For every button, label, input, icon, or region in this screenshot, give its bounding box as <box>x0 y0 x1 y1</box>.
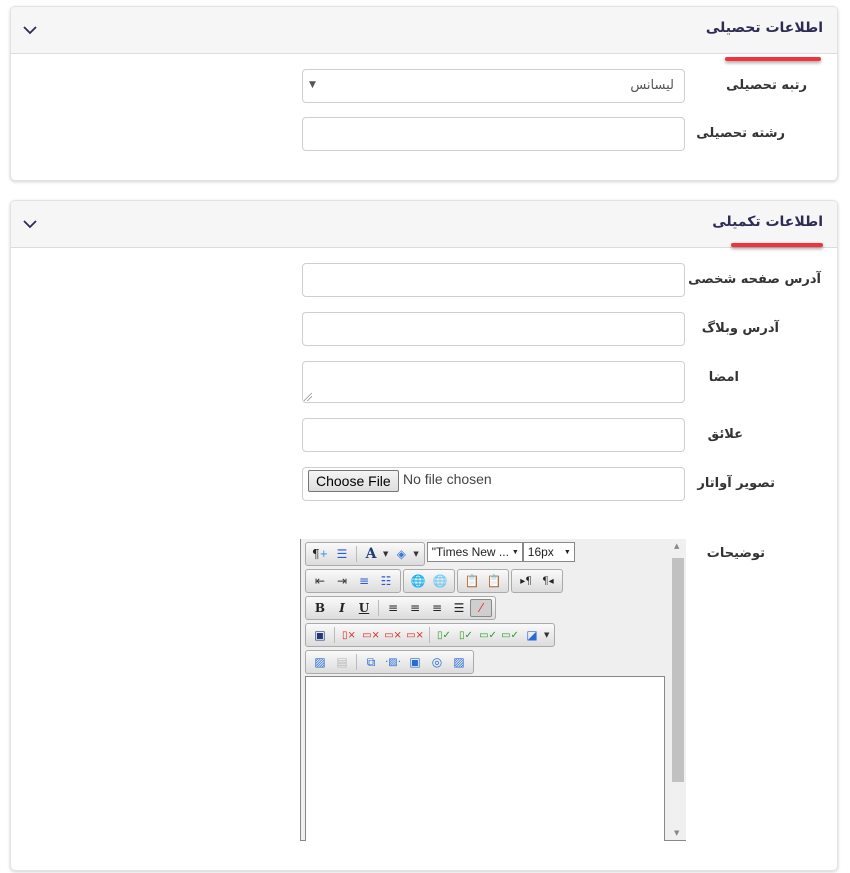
remove-format-icon[interactable]: ⁄ <box>470 599 492 617</box>
image-edit-icon[interactable]: ▨ <box>448 653 470 671</box>
insert-document-icon[interactable]: ▤ <box>331 653 353 671</box>
delete-table-icon[interactable]: ▭× <box>404 626 426 644</box>
toolbar-group: B I U ≡ ≡ ≡ ☰ ⁄ <box>305 596 496 620</box>
rich-text-editor: ¶ + ☰ A ▼ ◈ ▼ "Times New ... ▼ 16px ▼ ⇤ ⇥ <box>300 539 686 841</box>
weblog-label: آدرس وبلاگ <box>701 321 779 336</box>
dropdown-arrow-icon: ▼ <box>563 548 571 556</box>
delete-row-icon[interactable]: ▭× <box>360 626 382 644</box>
remove-link-icon[interactable]: 🌐 <box>429 572 451 590</box>
toolbar-group: 🌐 🌐 <box>403 569 455 593</box>
insert-table-icon[interactable]: ▣ <box>309 626 331 644</box>
dropdown-arrow-icon[interactable]: ▼ <box>413 550 418 558</box>
background-color-icon[interactable]: ◈ <box>390 545 412 563</box>
rtl-icon[interactable]: ¶◂ <box>537 572 559 590</box>
dropdown-arrow-icon: ▼ <box>511 548 519 556</box>
editor-scrollbar[interactable]: ▲ ▼ <box>670 539 686 840</box>
font-color-icon[interactable]: A <box>360 545 382 563</box>
separator <box>356 654 357 670</box>
homepage-label: آدرس صفحه شخصی <box>688 272 821 287</box>
paragraph-insert-icon[interactable]: ¶ + <box>309 545 331 563</box>
align-left-icon[interactable]: ≡ <box>382 599 404 617</box>
italic-icon[interactable]: I <box>331 599 353 617</box>
delete-column-icon[interactable]: ▯× <box>338 626 360 644</box>
resize-grip-icon[interactable] <box>304 393 312 401</box>
scrollbar-thumb[interactable] <box>672 558 684 782</box>
toolbar-group: ▣ ▯× ▭× ▭× ▭× ▯✓ ▯✓ ▭✓ ▭✓ ◪ ▼ <box>305 623 556 647</box>
web-image-icon[interactable]: ◎ <box>426 653 448 671</box>
align-right-icon[interactable]: ≡ <box>426 599 448 617</box>
outdent-icon[interactable]: ⇤ <box>309 572 331 590</box>
chevron-down-icon[interactable] <box>21 21 39 39</box>
toolbar-group: ⇤ ⇥ ≡ ☷ <box>305 569 401 593</box>
font-family-select[interactable]: "Times New ... ▼ <box>426 542 523 562</box>
insert-image-icon[interactable]: ▨ <box>309 653 331 671</box>
panel-title: اطلاعات تحصیلی <box>705 20 823 36</box>
separator <box>429 627 430 643</box>
horizontal-rule-icon[interactable]: ☰ <box>331 545 353 563</box>
file-status-text: No file chosen <box>403 471 492 487</box>
scroll-down-icon[interactable]: ▼ <box>674 829 679 837</box>
paste-word-icon[interactable]: 📋 <box>461 572 483 590</box>
avatar-file-input[interactable]: Choose File No file chosen <box>302 467 685 501</box>
additional-panel: اطلاعات تکمیلی آدرس صفحه شخصی آدرس وبلاگ… <box>10 200 838 871</box>
major-input[interactable] <box>302 117 685 151</box>
dropdown-arrow-icon[interactable]: ▼ <box>383 550 388 558</box>
chevron-down-icon[interactable] <box>21 215 39 233</box>
dropdown-arrow-icon[interactable]: ▼ <box>544 631 549 639</box>
title-underline <box>725 57 821 61</box>
toolbar-group: ▨ ▤ ⧉ ·▨· ▣ ◎ ▨ <box>305 650 474 674</box>
education-panel-header[interactable]: اطلاعات تحصیلی <box>11 7 837 54</box>
font-size-select[interactable]: 16px ▼ <box>522 542 575 562</box>
cell-properties-icon[interactable]: ◪ <box>521 626 543 644</box>
dropdown-arrow-icon: ▼ <box>309 80 316 90</box>
interests-input[interactable] <box>302 418 685 452</box>
table-properties-icon[interactable]: ▭✓ <box>499 626 521 644</box>
signature-textarea[interactable] <box>302 361 685 403</box>
education-panel: اطلاعات تحصیلی رتبه تحصیلی لیسانس ▼ رشته… <box>10 6 838 181</box>
title-underline <box>731 243 823 247</box>
ltr-icon[interactable]: ▸¶ <box>515 572 537 590</box>
indent-icon[interactable]: ⇥ <box>331 572 353 590</box>
font-size-value: 16px <box>527 545 554 559</box>
separator <box>334 627 335 643</box>
image-frame-icon[interactable]: ▣ <box>404 653 426 671</box>
additional-panel-header[interactable]: اطلاعات تکمیلی <box>11 201 837 248</box>
justify-icon[interactable]: ☰ <box>448 599 470 617</box>
interests-label: علائق <box>707 427 743 442</box>
panel-title: اطلاعات تکمیلی <box>712 214 823 230</box>
degree-select[interactable]: لیسانس ▼ <box>302 69 685 103</box>
toolbar-group: ¶ + ☰ A ▼ ◈ ▼ <box>305 542 425 566</box>
toolbar-group: 📋 📋 <box>457 569 509 593</box>
underline-icon[interactable]: U <box>353 599 375 617</box>
paste-text-icon[interactable]: 📋 <box>483 572 505 590</box>
editor-content-area[interactable] <box>305 676 665 841</box>
delete-cell-icon[interactable]: ▭× <box>382 626 404 644</box>
bold-icon[interactable]: B <box>309 599 331 617</box>
unordered-list-icon[interactable]: ☷ <box>375 572 397 590</box>
ordered-list-icon[interactable]: ≡ <box>353 572 375 590</box>
choose-file-button[interactable]: Choose File <box>308 470 399 492</box>
description-label: توضیحات <box>706 546 765 561</box>
major-label: رشته تحصیلی <box>696 126 785 141</box>
align-center-icon[interactable]: ≡ <box>404 599 426 617</box>
homepage-input[interactable] <box>302 263 685 297</box>
insert-column-icon[interactable]: ▯✓ <box>433 626 455 644</box>
separator <box>356 546 357 562</box>
insert-link-icon[interactable]: 🌐 <box>407 572 429 590</box>
separator <box>378 600 379 616</box>
font-family-value: "Times New ... <box>431 545 509 559</box>
image-gallery-icon[interactable]: ⧉ <box>360 653 382 671</box>
toolbar-group: ▸¶ ¶◂ <box>511 569 563 593</box>
degree-select-value: لیسانس <box>630 78 674 93</box>
insert-media-icon[interactable]: ·▨· <box>382 653 404 671</box>
insert-row-icon[interactable]: ▯✓ <box>455 626 477 644</box>
degree-label: رتبه تحصیلی <box>726 78 807 93</box>
insert-cell-icon[interactable]: ▭✓ <box>477 626 499 644</box>
signature-label: امضا <box>708 370 739 385</box>
weblog-input[interactable] <box>302 312 685 346</box>
scroll-up-icon[interactable]: ▲ <box>674 542 679 550</box>
avatar-label: تصویر آواتار <box>697 476 775 491</box>
